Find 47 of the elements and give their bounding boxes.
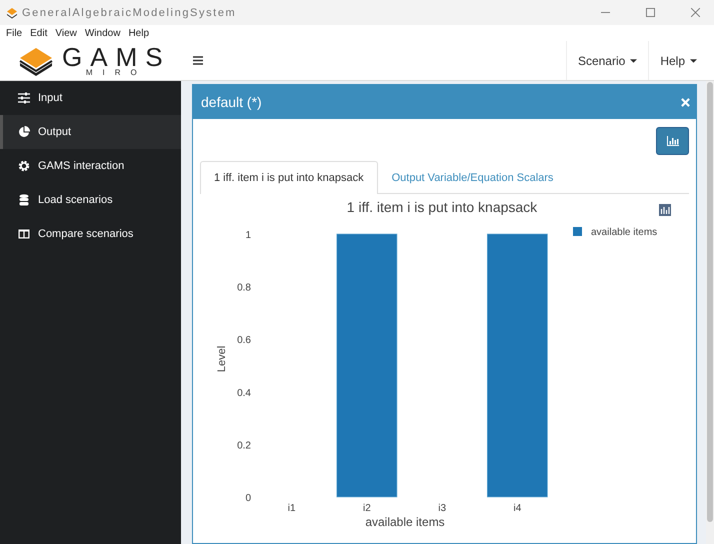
database-icon [18,194,30,206]
axis-title: available items [365,515,445,529]
nav-dropdown[interactable]: Help [648,41,708,80]
axis-tick-label: 0.8 [237,282,251,294]
columns-icon [18,228,30,240]
sidebar-item[interactable]: GAMS interaction [0,149,181,183]
logo-subtitle: MIRO [86,69,147,77]
menu-item[interactable]: View [55,28,77,38]
axis-tick-label: i4 [513,503,522,514]
chart-title: 1 iff. item i is put into knapsack [346,199,538,215]
sidebar-item[interactable]: Output [0,115,181,149]
axis-tick-label: 1 [245,230,251,241]
app-icon [6,6,18,18]
axis-title: Level [216,346,228,372]
axis-tick-label: 0 [245,493,251,504]
scrollbar-thumb[interactable] [707,82,713,522]
panel-title: default (*) [201,94,262,110]
axis-tick-label: i1 [288,503,296,514]
tab[interactable]: 1 iff. item i is put into knapsack [200,161,378,194]
sidebar-item[interactable]: Input [0,81,181,115]
caret-icon [690,58,697,62]
sidebar-item[interactable]: Compare scenarios [0,217,181,251]
pie-chart-icon [18,126,30,138]
axis-tick-label: i2 [362,503,371,514]
plot-menu-icon[interactable] [659,204,671,216]
chart-view-button[interactable] [656,127,689,155]
axis-tick-label: 0.6 [237,335,251,346]
nav-dropdown[interactable]: Scenario [566,41,648,80]
maximize-icon[interactable] [646,8,655,17]
window-title: GeneralAlgebraicModelingSystem [22,6,236,18]
sidebar-item[interactable]: Load scenarios [0,183,181,217]
sliders-icon [18,92,30,104]
tab[interactable]: Output Variable/Equation Scalars [378,161,568,193]
bar-chart-icon [666,136,678,146]
caret-icon [630,58,638,62]
close-icon[interactable] [691,8,700,17]
axis-tick-label: i3 [438,503,446,514]
menu-item[interactable]: Edit [30,28,48,38]
axis-tick-label: 0.4 [237,388,251,399]
gear-icon [18,160,30,172]
axis-tick-label: 0.2 [237,440,251,452]
menu-item[interactable]: Window [84,28,120,38]
logo-text: GAMS [62,44,171,70]
menu-item[interactable]: Help [128,28,150,38]
menu-icon[interactable] [193,56,203,65]
legend-label: available items [591,227,658,238]
menu-item[interactable]: File [6,28,22,38]
